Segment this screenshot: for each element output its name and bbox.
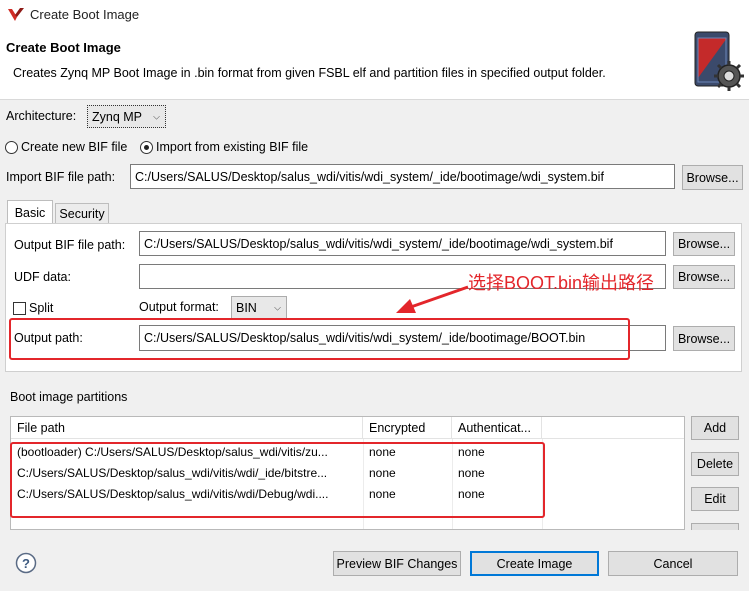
split-label: Split	[29, 301, 54, 315]
annotation-arrow-icon	[396, 285, 469, 313]
annotation-text: 选择BOOT.bin输出路径	[468, 273, 655, 293]
edit-partition-button[interactable]: Edit	[691, 487, 739, 511]
tab-basic[interactable]: Basic	[7, 200, 53, 224]
udf-data-label: UDF data:	[14, 270, 71, 284]
output-format-label: Output format:	[139, 300, 219, 314]
partition-button-partial[interactable]	[691, 523, 739, 530]
app-logo-icon	[8, 8, 24, 21]
import-bif-path-label: Import BIF file path:	[6, 170, 116, 184]
import-bif-label: Import from existing BIF file	[156, 140, 309, 154]
import-bif-path-input[interactable]: C:/Users/SALUS/Desktop/salus_wdi/vitis/w…	[130, 164, 675, 189]
dialog-description: Creates Zynq MP Boot Image in .bin forma…	[13, 66, 606, 80]
column-encrypted[interactable]: Encrypted	[363, 417, 452, 439]
create-bif-label: Create new BIF file	[21, 140, 128, 154]
architecture-select[interactable]: Zynq MP ⌵	[87, 105, 166, 128]
add-partition-button[interactable]: Add	[691, 416, 739, 440]
radio-checked-icon	[140, 140, 153, 154]
udf-browse-button[interactable]: Browse...	[673, 265, 735, 289]
boot-image-gear-icon	[694, 31, 744, 91]
tab-security[interactable]: Security	[55, 203, 109, 223]
output-format-value: BIN	[236, 300, 257, 315]
output-format-select[interactable]: BIN ⌵	[231, 296, 287, 319]
delete-partition-button[interactable]: Delete	[691, 452, 739, 476]
chevron-down-icon: ⌵	[153, 111, 160, 121]
help-icon[interactable]: ?	[15, 552, 37, 574]
create-image-button[interactable]: Create Image	[470, 551, 599, 576]
window-title: Create Boot Image	[30, 7, 140, 22]
import-bif-radio[interactable]: Import from existing BIF file	[140, 139, 308, 155]
output-bif-path-label: Output BIF file path:	[14, 238, 126, 252]
create-bif-radio[interactable]: Create new BIF file	[5, 139, 127, 155]
column-file-path[interactable]: File path	[11, 417, 363, 439]
preview-bif-changes-button[interactable]: Preview BIF Changes	[333, 551, 461, 576]
import-bif-browse-button[interactable]: Browse...	[682, 165, 743, 190]
title-bar: Create Boot Image	[0, 0, 749, 30]
partitions-highlight-box	[10, 442, 545, 518]
checkbox-unchecked-icon	[13, 301, 26, 315]
output-bif-path-input[interactable]: C:/Users/SALUS/Desktop/salus_wdi/vitis/w…	[139, 231, 666, 256]
cancel-button[interactable]: Cancel	[608, 551, 738, 576]
architecture-label: Architecture:	[6, 109, 77, 123]
dialog-title: Create Boot Image	[6, 40, 121, 55]
chevron-down-icon: ⌵	[274, 302, 281, 312]
output-bif-browse-button[interactable]: Browse...	[673, 232, 735, 256]
architecture-value: Zynq MP	[92, 109, 143, 124]
svg-text:?: ?	[22, 556, 30, 571]
split-checkbox[interactable]: Split	[13, 300, 53, 316]
dialog-header: Create Boot Image Creates Zynq MP Boot I…	[0, 30, 749, 100]
column-authenticated[interactable]: Authenticat...	[452, 417, 542, 439]
output-path-browse-button[interactable]: Browse...	[673, 326, 735, 351]
table-header: File path Encrypted Authenticat...	[11, 417, 684, 439]
output-path-highlight-box	[9, 318, 630, 360]
partitions-label: Boot image partitions	[10, 390, 128, 404]
radio-unchecked-icon	[5, 140, 18, 154]
